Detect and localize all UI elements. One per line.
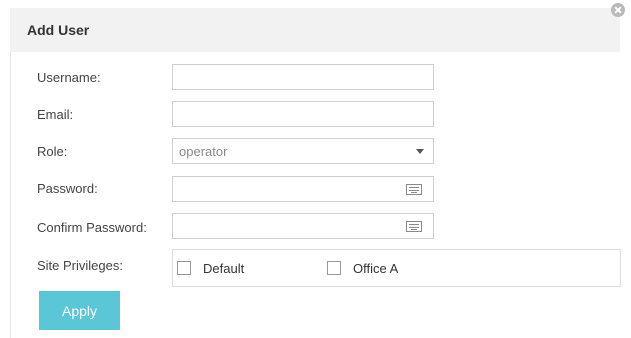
keyboard-icon[interactable] — [406, 221, 422, 232]
keyboard-icon[interactable] — [406, 184, 422, 195]
email-label: Email: — [37, 107, 74, 122]
confirm-password-input[interactable] — [172, 213, 434, 239]
password-label: Password: — [37, 181, 98, 196]
dialog-border — [10, 8, 11, 338]
dialog-title: Add User — [27, 22, 90, 38]
password-input[interactable] — [172, 176, 434, 202]
confirm-password-label: Confirm Password: — [37, 220, 147, 235]
role-label: Role: — [37, 144, 68, 159]
close-icon[interactable] — [611, 3, 625, 17]
checkbox-box[interactable] — [327, 261, 341, 275]
chevron-down-icon — [416, 149, 424, 154]
apply-button[interactable]: Apply — [39, 291, 120, 330]
role-select[interactable]: operator — [172, 138, 434, 164]
site-privileges-box: Default Office A — [172, 249, 621, 287]
site-privileges-label: Site Privileges: — [37, 258, 123, 273]
email-input[interactable] — [172, 101, 434, 127]
privilege-office-a-label: Office A — [353, 261, 399, 276]
privilege-default-label: Default — [203, 261, 245, 276]
role-selected-value: operator — [179, 144, 228, 159]
checkbox-box[interactable] — [177, 261, 191, 275]
username-label: Username: — [37, 70, 101, 85]
add-user-dialog: Add User Username: Email: Role: operator… — [0, 0, 631, 338]
dialog-header: Add User — [10, 8, 620, 52]
username-input[interactable] — [172, 64, 434, 90]
